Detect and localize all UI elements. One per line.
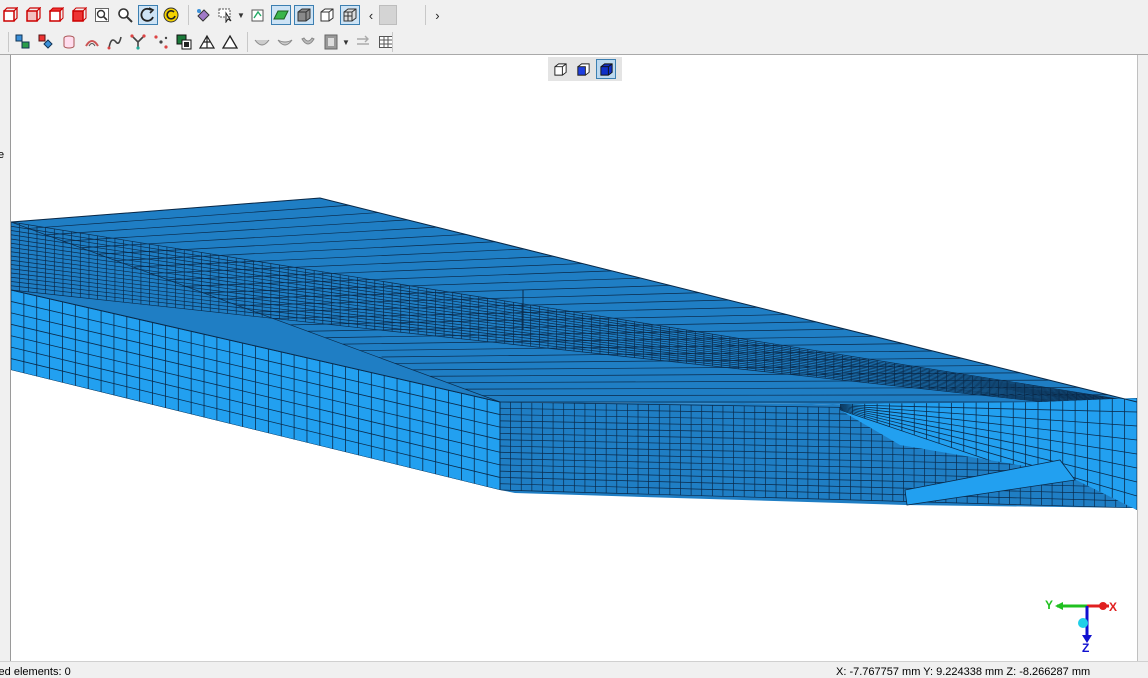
view-bottom-icon[interactable] xyxy=(69,5,89,25)
dropdown-arrow-icon[interactable]: ▼ xyxy=(342,38,350,47)
main-toolbar: ▼ ‹ › xyxy=(0,2,1148,28)
points-icon[interactable] xyxy=(151,32,171,52)
pan-icon[interactable] xyxy=(161,5,181,25)
paint-icon[interactable] xyxy=(193,5,213,25)
shaded-cube-icon[interactable] xyxy=(573,59,593,79)
triad-y-label: Y xyxy=(1045,598,1054,612)
sweep-icon[interactable] xyxy=(82,32,102,52)
branch-icon[interactable] xyxy=(128,32,148,52)
triangle-mesh-icon[interactable] xyxy=(197,32,217,52)
curve-icon[interactable] xyxy=(105,32,125,52)
right-panel-edge xyxy=(1137,55,1148,661)
triad-x-label: X xyxy=(1109,600,1118,614)
cursor-coordinates: X: -7.767757 mm Y: 9.224338 mm Z: -8.266… xyxy=(836,666,1091,678)
toolbar-separator xyxy=(8,32,9,52)
toolbar-separator xyxy=(188,5,189,25)
element-select-icon[interactable] xyxy=(13,32,33,52)
rotate-icon[interactable] xyxy=(138,5,158,25)
cylinder-icon[interactable] xyxy=(59,32,79,52)
toolbar-scroll-left[interactable]: ‹ xyxy=(369,8,373,23)
dropdown-arrow-icon[interactable]: ▼ xyxy=(237,11,245,20)
toolbar-separator xyxy=(392,32,393,52)
film-icon[interactable] xyxy=(321,32,341,52)
mesh-box-icon[interactable] xyxy=(339,5,360,25)
zoom-icon[interactable] xyxy=(115,5,135,25)
solid-box-icon[interactable] xyxy=(293,5,314,25)
secondary-toolbar: ▼ xyxy=(0,29,1148,55)
shaded-surface-icon[interactable] xyxy=(270,5,291,25)
left-side-panel[interactable]: e xyxy=(0,55,11,661)
toolbar-overflow-box[interactable] xyxy=(379,5,398,25)
zoom-box-icon[interactable] xyxy=(92,5,112,25)
arc-icon[interactable] xyxy=(252,32,272,52)
toolbar-separator xyxy=(247,32,248,52)
shell-icon[interactable] xyxy=(275,32,295,52)
axis-triad: Y X Z xyxy=(1033,595,1117,655)
solid-cube-icon[interactable] xyxy=(596,59,616,79)
status-bar: cted elements: 0 X: -7.767757 mm Y: 9.22… xyxy=(0,661,1148,678)
view-front-icon[interactable] xyxy=(0,5,20,25)
view-top-icon[interactable] xyxy=(46,5,66,25)
node-select-icon[interactable] xyxy=(36,32,56,52)
toolbar-separator xyxy=(425,5,426,25)
layer-icon[interactable] xyxy=(174,32,194,52)
wireframe-box-icon[interactable] xyxy=(317,5,337,25)
left-panel-label: e xyxy=(0,149,4,161)
align-icon[interactable] xyxy=(353,32,373,52)
triangle-icon[interactable] xyxy=(220,32,240,52)
select-dropdown-icon[interactable] xyxy=(216,5,236,25)
view-mode-switcher xyxy=(548,57,622,81)
mesh-model xyxy=(11,197,1137,510)
3d-viewport[interactable]: Y X Z xyxy=(11,55,1137,661)
shell-alt-icon[interactable] xyxy=(298,32,318,52)
wireframe-cube-icon[interactable] xyxy=(550,59,570,79)
triad-z-label: Z xyxy=(1082,641,1090,655)
display-options-icon[interactable] xyxy=(248,5,268,25)
view-back-icon[interactable] xyxy=(23,5,43,25)
selected-elements-count: cted elements: 0 xyxy=(0,666,71,678)
toolbar-scroll-right[interactable]: › xyxy=(435,8,439,23)
